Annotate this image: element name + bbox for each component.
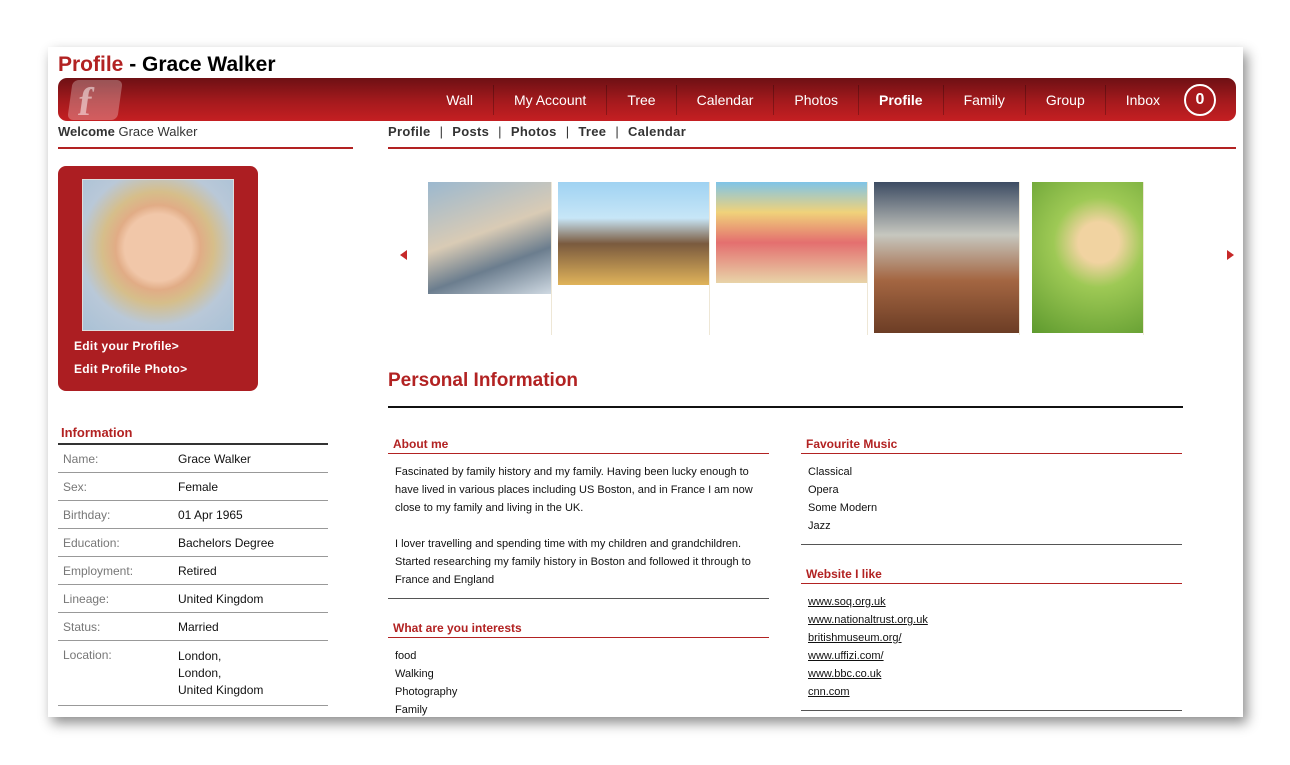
info-label: Sex:	[63, 480, 88, 494]
page-card: Profile - Grace Walker f Wall My Account T…	[48, 47, 1243, 717]
website-link[interactable]: cnn.com	[808, 683, 1175, 701]
carousel-photo[interactable]	[1032, 182, 1144, 335]
separator: |	[565, 124, 570, 139]
info-label: Status:	[63, 620, 101, 634]
logo-icon[interactable]: f	[67, 79, 123, 124]
info-row: Lineage: United Kingdom	[58, 585, 328, 613]
info-row: Employment: Retired	[58, 557, 328, 585]
carousel-photo[interactable]	[558, 182, 710, 335]
about-paragraph: I lover travelling and spending time wit…	[395, 538, 751, 586]
subnav-tree[interactable]: Tree	[578, 124, 606, 139]
interests-section: What are you interests food Walking Photog…	[388, 621, 769, 717]
nav-profile[interactable]: Profile	[858, 84, 943, 115]
list-item: Opera	[808, 484, 839, 496]
divider	[801, 544, 1182, 545]
info-row: Name: Grace Walker	[58, 445, 328, 473]
about-me-section: About me Fascinated by family history an…	[388, 437, 769, 599]
info-value: 01 Apr 1965	[178, 508, 243, 522]
info-row: Education: Bachelors Degree	[58, 529, 328, 557]
welcome-text: Welcome Grace Walker	[58, 124, 198, 139]
inbox-count-badge[interactable]: 0	[1184, 83, 1216, 116]
subnav-profile[interactable]: Profile	[388, 124, 431, 139]
info-row: Location: London, London, United Kingdom	[58, 641, 328, 706]
info-label: Name:	[63, 452, 99, 466]
nav-wall[interactable]: Wall	[426, 85, 493, 115]
nav-family[interactable]: Family	[942, 84, 1025, 115]
section-title: About me	[388, 437, 769, 454]
sub-nav: Profile | Posts | Photos | Tree | Calendar	[388, 124, 686, 139]
profile-photo-box: Edit your Profile> Edit Profile Photo>	[58, 166, 258, 391]
carousel-photo[interactable]	[874, 182, 1020, 335]
divider	[388, 406, 1183, 408]
section-title: Website I like	[801, 567, 1182, 584]
divider	[388, 147, 1236, 149]
nav-group[interactable]: Group	[1024, 84, 1105, 115]
website-link[interactable]: britishmuseum.org/	[808, 629, 1175, 647]
subnav-calendar[interactable]: Calendar	[628, 124, 686, 139]
section-title: What are you interests	[388, 621, 769, 638]
list-item: Jazz	[808, 520, 831, 532]
separator: |	[439, 124, 444, 139]
info-value: Bachelors Degree	[178, 536, 275, 550]
websites-section: Website I like www.soq.org.uk www.nationa…	[801, 567, 1182, 711]
information-title: Information	[58, 423, 328, 445]
info-value: Married	[178, 620, 219, 634]
divider	[58, 147, 353, 149]
music-section: Favourite Music Classical Opera Some Moder…	[801, 437, 1182, 545]
carousel-next-arrow-icon[interactable]	[1227, 250, 1234, 260]
info-value: Retired	[178, 564, 217, 578]
subnav-photos[interactable]: Photos	[511, 124, 557, 139]
carousel-photo[interactable]	[428, 182, 552, 335]
info-row: Sex: Female	[58, 473, 328, 501]
website-link[interactable]: www.bbc.co.uk	[808, 665, 1175, 683]
main-nav: f Wall My Account Tree Calendar Photos Profil…	[58, 78, 1236, 124]
section-title: Favourite Music	[801, 437, 1182, 454]
list-item: Some Modern	[808, 502, 878, 514]
list-item: Photography	[395, 686, 458, 698]
divider	[801, 710, 1182, 711]
website-link[interactable]: www.soq.org.uk	[808, 593, 1175, 611]
divider	[388, 598, 769, 599]
info-value: London, London, United Kingdom	[178, 649, 264, 697]
info-value: Female	[178, 480, 219, 494]
info-label: Education:	[63, 536, 120, 550]
info-row: Status: Married	[58, 613, 328, 641]
nav-my-account[interactable]: My Account	[492, 84, 606, 115]
info-value: Grace Walker	[178, 452, 251, 466]
info-label: Location:	[63, 648, 112, 662]
list-item: Walking	[395, 668, 434, 680]
photo-carousel	[388, 177, 1236, 337]
separator: |	[615, 124, 620, 139]
nav-inbox[interactable]: Inbox	[1104, 84, 1180, 115]
list-item: Family	[395, 704, 428, 716]
edit-profile-link[interactable]: Edit your Profile>	[74, 339, 179, 353]
nav-calendar[interactable]: Calendar	[675, 84, 774, 115]
info-label: Lineage:	[63, 592, 110, 606]
nav-tree[interactable]: Tree	[606, 84, 675, 115]
edit-profile-photo-link[interactable]: Edit Profile Photo>	[74, 362, 187, 376]
carousel-photo[interactable]	[716, 182, 868, 335]
separator: |	[498, 124, 502, 139]
list-item: food	[395, 650, 417, 662]
info-row: Birthday: 01 Apr 1965	[58, 501, 328, 529]
information-panel: Information Name: Grace Walker Sex: Female B…	[58, 423, 328, 706]
info-label: Employment:	[63, 564, 134, 578]
subnav-posts[interactable]: Posts	[452, 124, 489, 139]
avatar	[82, 179, 234, 331]
info-label: Birthday:	[63, 508, 111, 522]
website-link[interactable]: www.nationaltrust.org.uk	[808, 611, 1175, 629]
personal-info-title: Personal Information	[388, 370, 579, 391]
carousel-prev-arrow-icon[interactable]	[400, 250, 407, 260]
list-item: Classical	[808, 466, 853, 478]
info-value: United Kingdom	[178, 592, 264, 606]
nav-photos[interactable]: Photos	[773, 84, 858, 115]
about-paragraph: Fascinated by family history and my fami…	[395, 466, 753, 514]
page-title: Profile - Grace Walker	[58, 53, 276, 76]
website-link[interactable]: www.uffizi.com/	[808, 647, 1175, 665]
